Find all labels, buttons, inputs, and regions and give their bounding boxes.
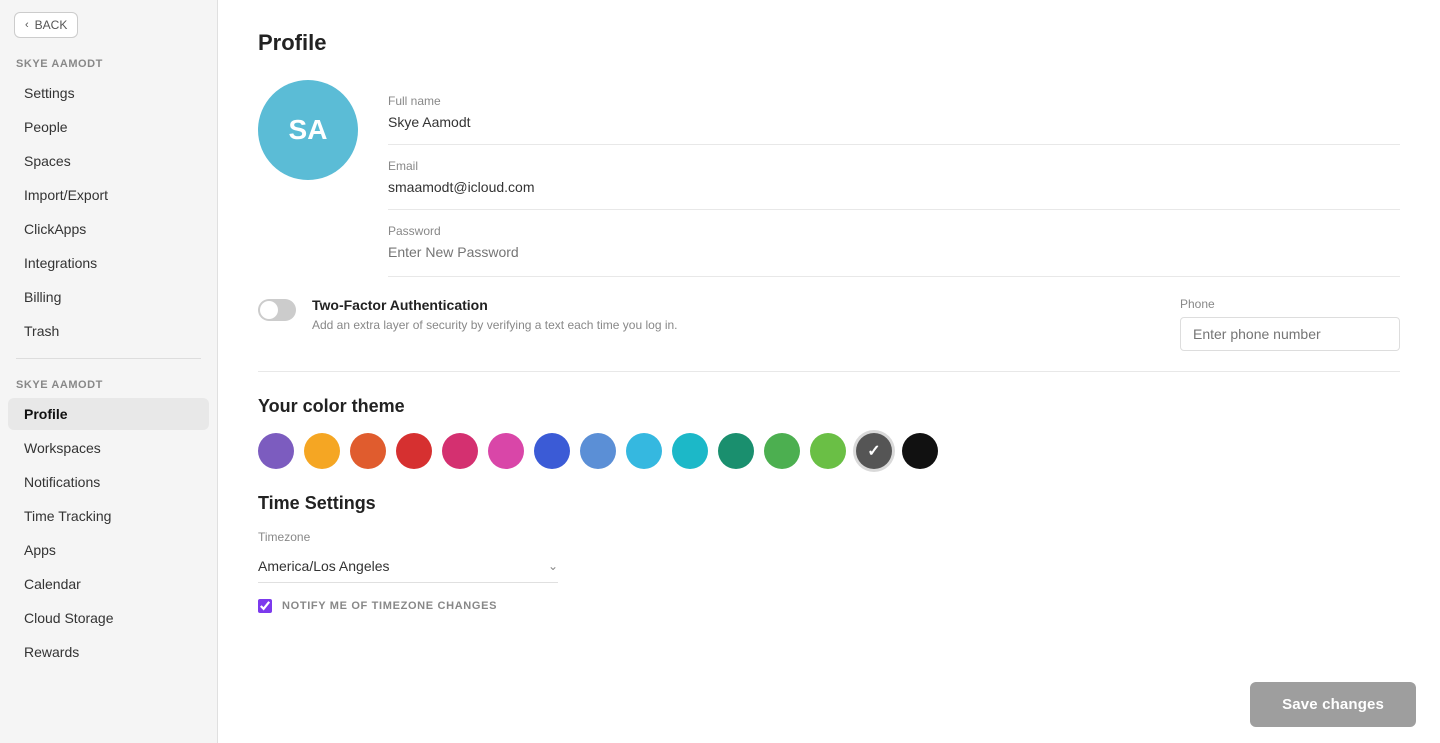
password-field: Password — [388, 210, 1400, 277]
sidebar-item-notifications[interactable]: Notifications — [8, 466, 209, 498]
profile-fields: Full name Skye Aamodt Email smaamodt@icl… — [388, 80, 1400, 277]
sidebar-item-import-export[interactable]: Import/Export — [8, 179, 209, 211]
tfa-left: Two-Factor Authentication Add an extra l… — [258, 297, 1140, 334]
tfa-info: Two-Factor Authentication Add an extra l… — [312, 297, 1140, 334]
sidebar-item-clickapps[interactable]: ClickApps — [8, 213, 209, 245]
color-swatch-teal[interactable] — [672, 433, 708, 469]
sidebar-section1-title: SKYE AAMODT — [0, 48, 217, 76]
color-swatch-green[interactable] — [810, 433, 846, 469]
main-content: Profile SA Full name Skye Aamodt Email s… — [218, 0, 1440, 743]
save-button[interactable]: Save changes — [1250, 682, 1416, 727]
color-swatch-sky[interactable] — [626, 433, 662, 469]
sidebar-section2-title: SKYE AAMODT — [0, 369, 217, 397]
email-label: Email — [388, 159, 1400, 173]
notify-checkbox[interactable] — [258, 599, 272, 613]
color-swatch-orange[interactable] — [304, 433, 340, 469]
color-swatch-blue[interactable] — [534, 433, 570, 469]
tfa-desc: Add an extra layer of security by verify… — [312, 317, 1140, 334]
sidebar-item-settings[interactable]: Settings — [8, 77, 209, 109]
full-name-label: Full name — [388, 94, 1400, 108]
sidebar-item-profile[interactable]: Profile — [8, 398, 209, 430]
color-swatch-purple[interactable] — [258, 433, 294, 469]
color-swatch-light-green[interactable] — [764, 433, 800, 469]
color-swatch-dark-gray[interactable]: ✓ — [856, 433, 892, 469]
back-label: BACK — [35, 18, 68, 32]
full-name-field: Full name Skye Aamodt — [388, 80, 1400, 145]
color-swatch-dark-teal[interactable] — [718, 433, 754, 469]
save-bar: Save changes — [1226, 666, 1440, 743]
phone-label: Phone — [1180, 297, 1400, 311]
time-settings: Time Settings Timezone America/Los Angel… — [258, 493, 1400, 613]
chevron-down-icon: ⌄ — [548, 559, 558, 573]
sidebar-item-calendar[interactable]: Calendar — [8, 568, 209, 600]
sidebar-item-time-tracking[interactable]: Time Tracking — [8, 500, 209, 532]
sidebar-item-cloud-storage[interactable]: Cloud Storage — [8, 602, 209, 634]
sidebar-item-rewards[interactable]: Rewards — [8, 636, 209, 668]
password-input[interactable] — [388, 244, 1400, 260]
timezone-value: America/Los Angeles — [258, 558, 390, 574]
tfa-row: Two-Factor Authentication Add an extra l… — [258, 277, 1400, 372]
sidebar-item-apps[interactable]: Apps — [8, 534, 209, 566]
tfa-title: Two-Factor Authentication — [312, 297, 1140, 313]
color-swatch-light-blue[interactable] — [580, 433, 616, 469]
phone-input[interactable] — [1180, 317, 1400, 351]
color-theme-title: Your color theme — [258, 396, 1400, 417]
sidebar-item-billing[interactable]: Billing — [8, 281, 209, 313]
time-settings-title: Time Settings — [258, 493, 1400, 514]
avatar: SA — [258, 80, 358, 180]
timezone-label: Timezone — [258, 530, 1400, 544]
email-field: Email smaamodt@icloud.com — [388, 145, 1400, 210]
tfa-right: Phone — [1180, 297, 1400, 351]
notify-label: NOTIFY ME OF TIMEZONE CHANGES — [282, 600, 497, 612]
back-chevron-icon: ‹ — [25, 19, 29, 31]
full-name-value: Skye Aamodt — [388, 114, 1400, 130]
back-button[interactable]: ‹ BACK — [14, 12, 78, 38]
sidebar-item-integrations[interactable]: Integrations — [8, 247, 209, 279]
sidebar-item-trash[interactable]: Trash — [8, 315, 209, 347]
tfa-toggle[interactable] — [258, 299, 296, 321]
timezone-select[interactable]: America/Los Angeles ⌄ — [258, 550, 558, 583]
password-label: Password — [388, 224, 1400, 238]
sidebar-item-workspaces[interactable]: Workspaces — [8, 432, 209, 464]
color-swatch-pink[interactable] — [488, 433, 524, 469]
color-swatches: ✓ — [258, 433, 1400, 469]
color-swatch-black[interactable] — [902, 433, 938, 469]
sidebar-divider — [16, 358, 201, 359]
sidebar-item-people[interactable]: People — [8, 111, 209, 143]
profile-avatar-area: SA Full name Skye Aamodt Email smaamodt@… — [258, 80, 1400, 277]
sidebar-item-spaces[interactable]: Spaces — [8, 145, 209, 177]
color-swatch-red-orange[interactable] — [350, 433, 386, 469]
email-value: smaamodt@icloud.com — [388, 179, 1400, 195]
notify-row: NOTIFY ME OF TIMEZONE CHANGES — [258, 599, 1400, 613]
page-title: Profile — [258, 30, 1400, 56]
color-swatch-red[interactable] — [396, 433, 432, 469]
color-swatch-pink-red[interactable] — [442, 433, 478, 469]
sidebar: ‹ BACK SKYE AAMODT Settings People Space… — [0, 0, 218, 743]
